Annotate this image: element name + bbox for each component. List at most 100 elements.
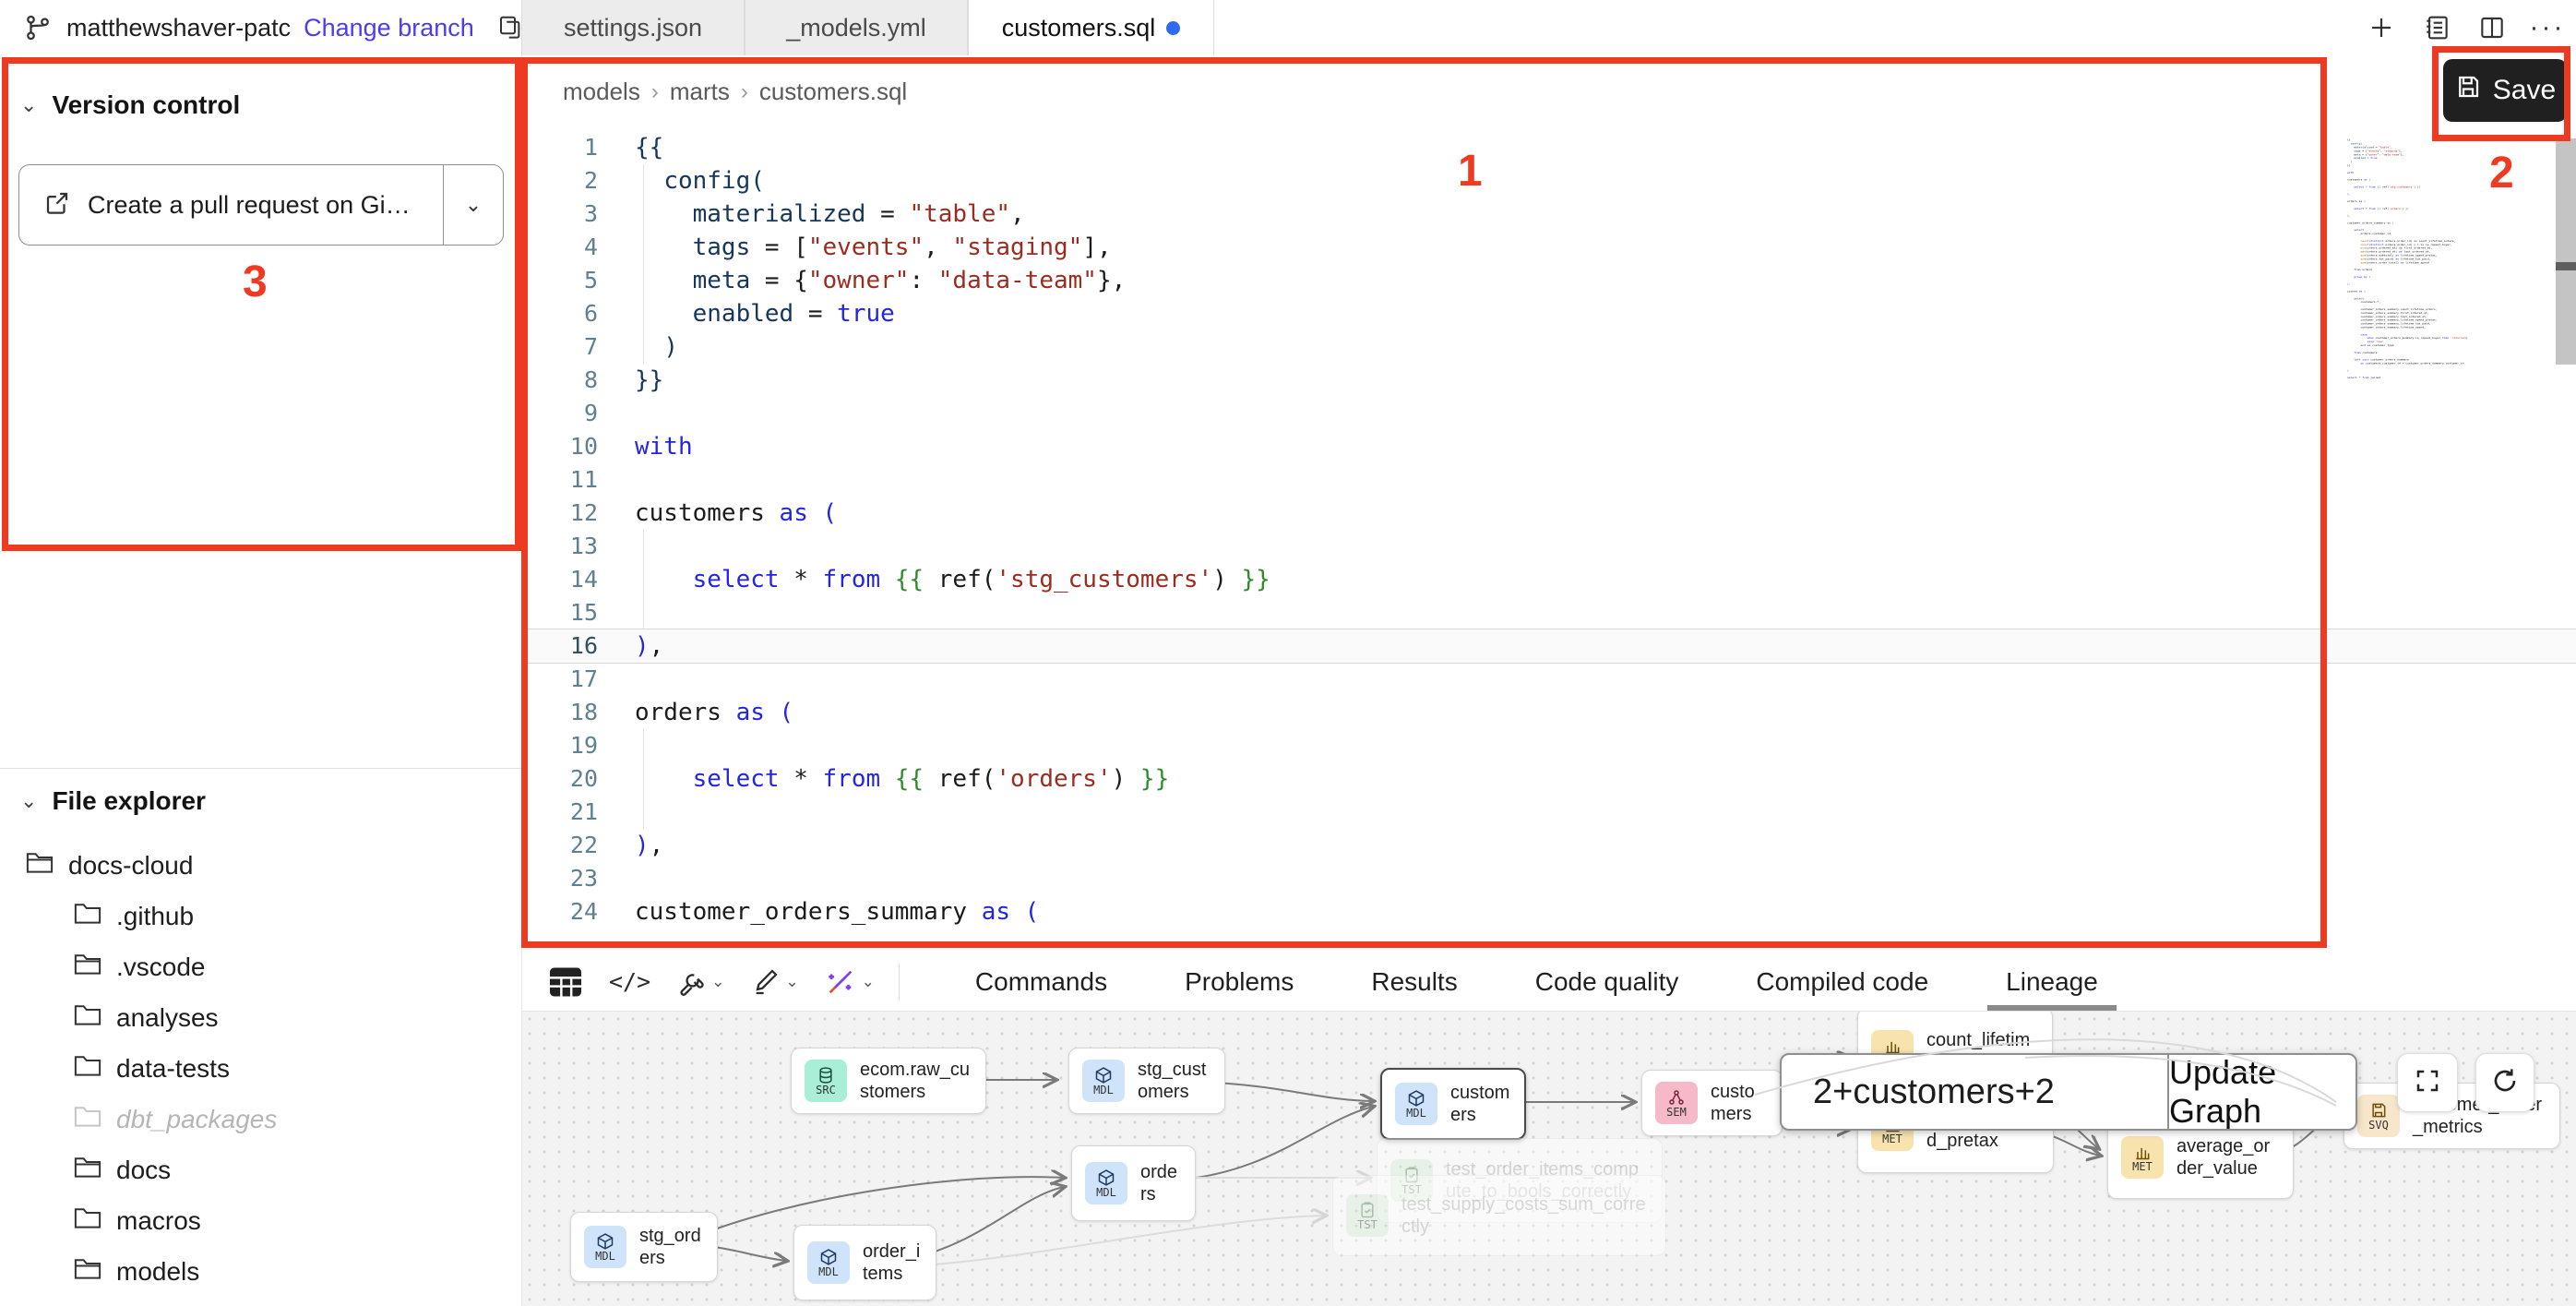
code-line-12[interactable]: 12customers as (	[522, 497, 2576, 530]
create-pr-button[interactable]: Create a pull request on Gi… ⌄	[18, 164, 504, 246]
code-line-10[interactable]: 10with	[522, 430, 2576, 463]
notebook-icon[interactable]	[2421, 12, 2452, 43]
code-line-23[interactable]: 23	[522, 862, 2576, 895]
lineage-node-test_supply_costs_sum_correctly[interactable]: TSTtest_supply_costs_sum_correctly	[1332, 1175, 1666, 1256]
explorer-item-dbt_packages[interactable]: dbt_packages	[0, 1094, 521, 1144]
code-text: materialized = "table",	[635, 198, 1025, 231]
create-pr-main[interactable]: Create a pull request on Gi…	[19, 165, 443, 245]
lineage-node-label: customers	[1711, 1081, 1769, 1125]
code-line-22[interactable]: 22),	[522, 829, 2576, 862]
code-text: tags = ["events", "staging"],	[635, 231, 1112, 264]
explorer-item-.github[interactable]: .github	[0, 891, 521, 941]
code-line-4[interactable]: 4 tags = ["events", "staging"],	[522, 231, 2576, 264]
code-line-13[interactable]: 13	[522, 530, 2576, 563]
lineage-node-ecom.raw_customers[interactable]: SRCecom.raw_customers	[791, 1048, 986, 1114]
lineage-node-customers[interactable]: MDLcustomers	[1380, 1068, 1526, 1140]
breadcrumb-marts[interactable]: marts	[670, 78, 730, 106]
split-view-icon[interactable]	[2476, 12, 2508, 43]
sidebar: ⌄ Version control Create a pull request …	[0, 55, 522, 1306]
code-line-19[interactable]: 19	[522, 729, 2576, 762]
code-text: }}	[635, 364, 663, 397]
tab-customers.sql[interactable]: customers.sql	[968, 0, 1214, 55]
wrench-icon[interactable]	[676, 967, 706, 997]
code-line-6[interactable]: 6 enabled = true	[522, 297, 2576, 330]
code-line-7[interactable]: 7 )	[522, 330, 2576, 364]
lineage-selector-input[interactable]: 2+customers+2	[1782, 1055, 2167, 1129]
code-line-11[interactable]: 11	[522, 463, 2576, 497]
refresh-button[interactable]	[2475, 1053, 2534, 1112]
code-editor[interactable]: models › marts › customers.sql 1{{2 conf…	[522, 55, 2576, 953]
code-icon[interactable]: </>	[609, 968, 650, 995]
branch-zone: matthewshaver-patc Change branch	[0, 0, 526, 55]
lineage-node-label: ecom.raw_customers	[860, 1059, 972, 1103]
code-line-9[interactable]: 9	[522, 397, 2576, 430]
table-icon[interactable]	[548, 966, 583, 998]
code-line-15[interactable]: 15	[522, 596, 2576, 629]
code-text: config(	[635, 164, 765, 198]
chevron-down-icon[interactable]: ⌄	[862, 973, 875, 991]
tab-settings.json[interactable]: settings.json	[521, 0, 745, 55]
lineage-node-stg_orders[interactable]: MDLstg_orders	[570, 1212, 718, 1282]
panel-tab-code-quality[interactable]: Code quality	[1497, 953, 1718, 1011]
panel-tab-problems[interactable]: Problems	[1146, 953, 1332, 1011]
breadcrumb-file[interactable]: customers.sql	[759, 78, 907, 106]
tab-label: _models.yml	[786, 14, 926, 42]
explorer-item-label: dbt_packages	[116, 1105, 277, 1134]
lineage-node-order_items[interactable]: MDLorder_items	[793, 1225, 936, 1300]
ellipsis-icon[interactable]: ···	[2532, 12, 2563, 43]
save-button[interactable]: Save	[2443, 59, 2567, 122]
code-line-5[interactable]: 5 meta = {"owner": "data-team"},	[522, 264, 2576, 297]
panel-tab-results[interactable]: Results	[1332, 953, 1496, 1011]
minimap[interactable]: {{ config( materialized = "table", tags …	[2347, 138, 2546, 655]
explorer-item-.vscode[interactable]: .vscode	[0, 941, 521, 992]
code-line-1[interactable]: 1{{	[522, 131, 2576, 164]
code-line-14[interactable]: 14 select * from {{ ref('stg_customers')…	[522, 563, 2576, 596]
panel-tab-lineage[interactable]: Lineage	[1967, 953, 2137, 1011]
line-number: 22	[522, 829, 598, 862]
code-line-21[interactable]: 21	[522, 796, 2576, 829]
panel-tab-commands[interactable]: Commands	[936, 953, 1146, 1011]
chevron-down-icon[interactable]: ⌄	[785, 973, 798, 991]
code-line-24[interactable]: 24customer_orders_summary as (	[522, 895, 2576, 929]
explorer-item-docs[interactable]: docs	[0, 1144, 521, 1195]
scrollbar-track[interactable]	[2556, 138, 2576, 365]
panel-tab-compiled-code[interactable]: Compiled code	[1717, 953, 1967, 1011]
explorer-item-docs-cloud[interactable]: docs-cloud	[0, 840, 521, 891]
code-text: customer_orders_summary as (	[635, 895, 1039, 929]
format-icon[interactable]	[750, 967, 780, 997]
folder-icon	[74, 1002, 101, 1033]
lineage-node-customers[interactable]: SEMcustomers	[1641, 1070, 1783, 1136]
tab-_models.yml[interactable]: _models.yml	[745, 0, 968, 55]
save-label: Save	[2493, 75, 2556, 106]
explorer-item-data-tests[interactable]: data-tests	[0, 1043, 521, 1094]
lineage-canvas[interactable]: SRCecom.raw_customers MDLstg_customers MDL…	[522, 1011, 2576, 1306]
lineage-node-stg_customers[interactable]: MDLstg_customers	[1068, 1048, 1225, 1114]
explorer-item-analyses[interactable]: analyses	[0, 992, 521, 1043]
code-lines[interactable]: 1{{2 config(3 materialized = "table",4 t…	[522, 131, 2576, 929]
scrollbar-thumb[interactable]	[2556, 262, 2576, 270]
change-branch-link[interactable]: Change branch	[304, 14, 474, 42]
code-line-2[interactable]: 2 config(	[522, 164, 2576, 198]
explorer-item-macros[interactable]: macros	[0, 1195, 521, 1246]
version-control-header[interactable]: ⌄ Version control	[0, 90, 240, 120]
code-line-18[interactable]: 18orders as (	[522, 696, 2576, 729]
fullscreen-button[interactable]	[2397, 1053, 2458, 1112]
plus-icon[interactable]	[2366, 12, 2397, 43]
unsaved-dot-icon	[1166, 21, 1180, 35]
file-tabs: settings.json _models.yml customers.sql	[521, 0, 1214, 55]
explorer-item-models[interactable]: models	[0, 1246, 521, 1297]
toolbar-divider	[899, 964, 900, 1000]
code-line-16[interactable]: 16),	[522, 629, 2576, 663]
line-number: 2	[522, 164, 598, 198]
lineage-node-orders[interactable]: MDLorders	[1071, 1145, 1196, 1221]
wand-icon[interactable]	[825, 966, 856, 998]
code-line-17[interactable]: 17	[522, 663, 2576, 696]
code-line-8[interactable]: 8}}	[522, 364, 2576, 397]
chevron-down-icon[interactable]: ⌄	[711, 973, 724, 991]
pr-dropdown-caret[interactable]: ⌄	[444, 165, 503, 245]
code-line-3[interactable]: 3 materialized = "table",	[522, 198, 2576, 231]
file-explorer-header[interactable]: ⌄ File explorer	[0, 773, 521, 829]
update-graph-button[interactable]: Update Graph	[2169, 1055, 2355, 1129]
code-line-20[interactable]: 20 select * from {{ ref('orders') }}	[522, 762, 2576, 796]
breadcrumb-models[interactable]: models	[563, 78, 640, 106]
